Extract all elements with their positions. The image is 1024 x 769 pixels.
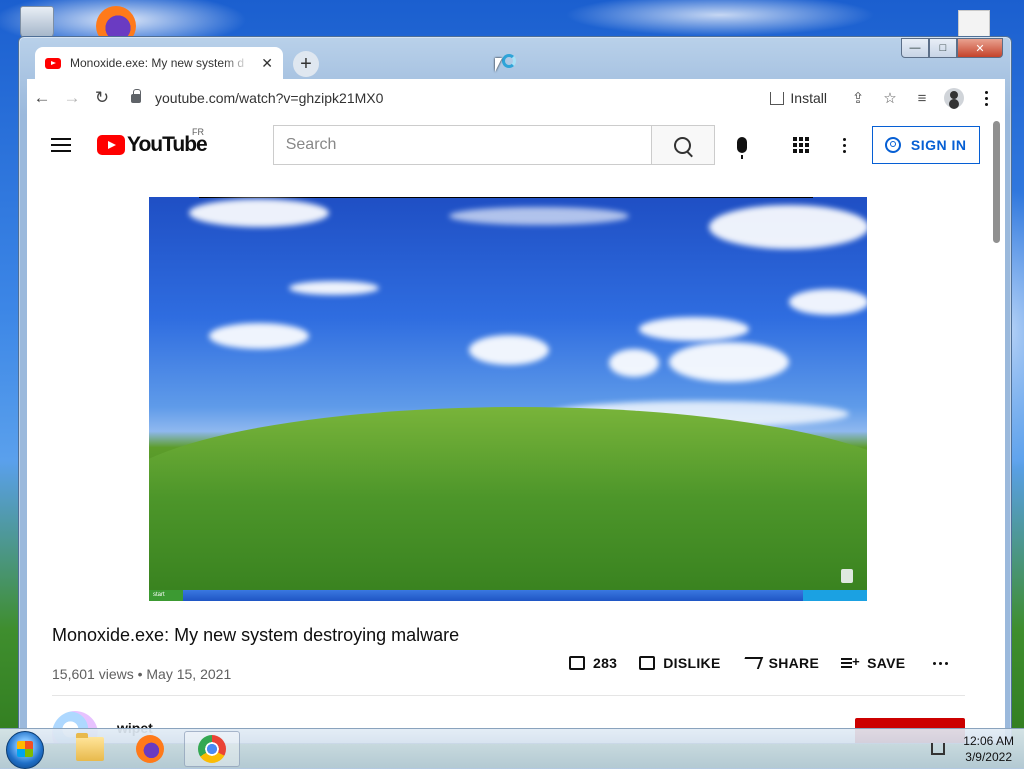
chrome-icon: [198, 735, 226, 763]
save-button[interactable]: SAVE: [841, 654, 906, 671]
taskbar-chrome[interactable]: [184, 731, 240, 767]
video-meta: 15,601 views • May 15, 2021: [52, 666, 232, 682]
sign-in-label: SIGN IN: [910, 137, 967, 153]
start-button[interactable]: [6, 731, 44, 769]
reload-button[interactable]: ↻: [87, 83, 117, 113]
share-page-icon[interactable]: ⇪: [843, 83, 873, 113]
url-text[interactable]: youtube.com/watch?v=ghzipk21MX0: [155, 90, 383, 106]
page-viewport: YouTube FR Search SIGN IN start Monoxide…: [27, 117, 1005, 743]
settings-kebab-icon[interactable]: [842, 137, 846, 153]
youtube-play-icon: [97, 135, 125, 155]
profile-button[interactable]: [939, 83, 969, 113]
xp-start-button: start: [149, 590, 183, 601]
like-button[interactable]: 283: [569, 655, 617, 671]
profile-avatar-icon: [944, 88, 964, 108]
taskbar-firefox[interactable]: [122, 731, 178, 767]
divider: [52, 695, 965, 696]
thumbs-down-icon: [639, 656, 656, 670]
apps-grid-icon[interactable]: [792, 137, 809, 153]
install-app-button[interactable]: Install: [770, 90, 827, 106]
youtube-logo[interactable]: YouTube FR: [97, 127, 208, 157]
taskbar-explorer[interactable]: [62, 731, 118, 767]
bookmark-star-icon[interactable]: ☆: [875, 83, 905, 113]
browser-toolbar: ← → ↻ youtube.com/watch?v=ghzipk21MX0 In…: [27, 79, 1005, 117]
minimize-button[interactable]: —: [901, 38, 929, 58]
save-label: SAVE: [867, 655, 906, 671]
firefox-icon: [136, 735, 164, 763]
xp-system-tray: [803, 590, 867, 601]
browser-menu-button[interactable]: [971, 83, 1001, 113]
folder-icon: [76, 733, 104, 761]
tab-strip: Monoxide.exe: My new system d ✕ +: [29, 45, 891, 79]
page-scrollbar[interactable]: [989, 117, 1005, 743]
system-tray: 12:06 AM 3/9/2022: [931, 733, 1014, 765]
dislike-label: DISLIKE: [663, 655, 721, 671]
browser-tab[interactable]: Monoxide.exe: My new system d ✕: [35, 47, 283, 79]
country-code: FR: [192, 127, 204, 137]
reading-list-icon[interactable]: ≡: [907, 83, 937, 113]
lock-icon[interactable]: [131, 88, 141, 103]
new-tab-button[interactable]: +: [293, 51, 319, 77]
mouse-cursor-icon: [495, 58, 502, 72]
kebab-menu-icon: [984, 90, 988, 106]
windows-taskbar: 12:06 AM 3/9/2022: [0, 728, 1024, 769]
search-input[interactable]: Search: [272, 125, 651, 165]
sign-in-button[interactable]: SIGN IN: [871, 126, 980, 164]
like-count: 283: [593, 655, 618, 671]
video-actions: 283 DISLIKE SHARE SAVE: [569, 654, 949, 671]
busy-spinner-icon: [502, 54, 516, 68]
maximize-button[interactable]: □: [929, 38, 957, 58]
share-button[interactable]: SHARE: [740, 655, 820, 671]
search-icon: [674, 136, 692, 154]
share-arrow-icon: [740, 657, 763, 669]
scroll-thumb[interactable]: [993, 121, 1000, 243]
browser-window: — □ ✕ Monoxide.exe: My new system d ✕ + …: [18, 36, 1012, 744]
clock-date: 3/9/2022: [965, 750, 1012, 764]
network-icon[interactable]: [931, 743, 946, 755]
video-player[interactable]: start: [149, 197, 867, 601]
video-xp-taskbar: start: [149, 590, 867, 601]
back-button[interactable]: ←: [27, 83, 57, 113]
share-label: SHARE: [768, 655, 820, 671]
youtube-header: YouTube FR Search SIGN IN: [27, 117, 989, 173]
youtube-favicon-icon: [45, 57, 61, 69]
address-bar[interactable]: youtube.com/watch?v=ghzipk21MX0: [131, 88, 770, 106]
playlist-add-icon: [841, 654, 860, 669]
search-bar: Search: [272, 125, 715, 165]
more-actions-icon[interactable]: [933, 661, 949, 665]
user-circle-icon: [884, 137, 901, 153]
video-title: Monoxide.exe: My new system destroying m…: [52, 625, 460, 645]
close-window-button[interactable]: ✕: [957, 38, 1003, 58]
install-icon: [770, 91, 785, 105]
hamburger-menu-icon[interactable]: [51, 138, 71, 152]
search-button[interactable]: [650, 125, 715, 165]
window-controls: — □ ✕: [901, 38, 1003, 58]
dislike-button[interactable]: DISLIKE: [639, 655, 720, 671]
clock-time: 12:06 AM: [963, 734, 1014, 748]
microphone-icon[interactable]: [736, 137, 747, 159]
tab-title: Monoxide.exe: My new system d: [70, 56, 245, 70]
thumbs-up-icon: [569, 656, 585, 670]
install-label: Install: [790, 90, 827, 106]
xp-recycle-bin-icon: [841, 569, 853, 583]
tab-close-icon[interactable]: ✕: [261, 55, 273, 72]
recycle-bin-icon[interactable]: [20, 6, 54, 40]
green-hill: [149, 407, 867, 601]
clock[interactable]: 12:06 AM 3/9/2022: [963, 733, 1014, 765]
forward-button[interactable]: →: [57, 83, 87, 113]
